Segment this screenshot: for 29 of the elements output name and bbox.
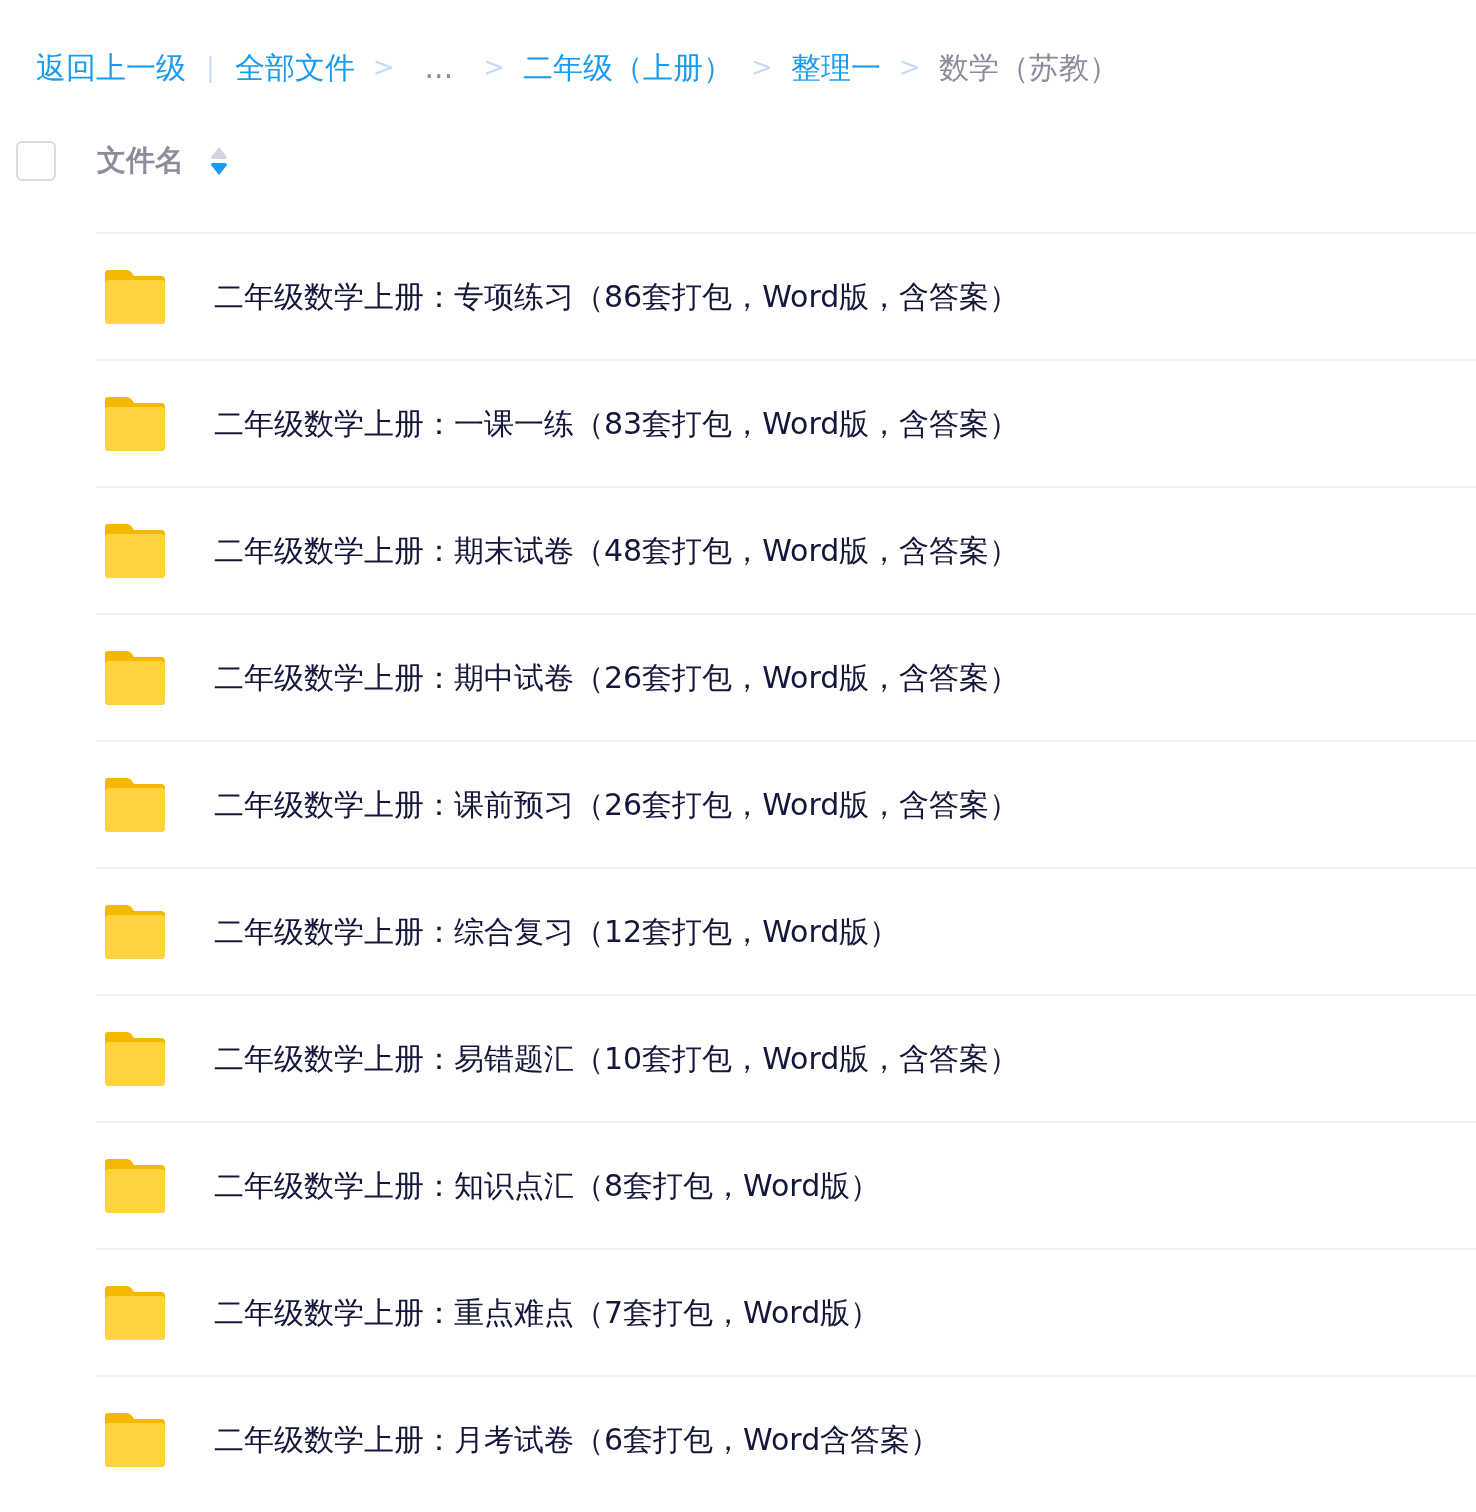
folder-icon <box>105 1412 165 1467</box>
folder-icon <box>105 777 165 832</box>
folder-icon <box>105 396 165 451</box>
breadcrumb-separator: > <box>483 50 505 84</box>
folder-name[interactable]: 二年级数学上册：一课一练（83套打包，Word版，含答案） <box>214 401 1020 446</box>
folder-icon <box>105 904 165 959</box>
folder-name[interactable]: 二年级数学上册：月考试卷（6套打包，Word含答案） <box>214 1417 941 1462</box>
folder-name[interactable]: 二年级数学上册：综合复习（12套打包，Word版） <box>214 909 900 954</box>
folder-icon <box>105 650 165 705</box>
breadcrumb-current: 数学（苏教） <box>938 48 1119 87</box>
sort-icon[interactable] <box>210 146 228 176</box>
folder-icon <box>105 1031 165 1086</box>
folder-name[interactable]: 二年级数学上册：知识点汇（8套打包，Word版） <box>214 1163 881 1208</box>
folder-icon <box>105 523 165 578</box>
breadcrumb-separator: > <box>898 50 921 84</box>
folder-name[interactable]: 二年级数学上册：课前预习（26套打包，Word版，含答案） <box>214 782 1020 827</box>
folder-name[interactable]: 二年级数学上册：易错题汇（10套打包，Word版，含答案） <box>214 1036 1020 1081</box>
folder-icon <box>105 1158 165 1213</box>
breadcrumb-separator: > <box>372 50 395 84</box>
folder-name[interactable]: 二年级数学上册：期末试卷（48套打包，Word版，含答案） <box>214 528 1020 573</box>
folder-name[interactable]: 二年级数学上册：专项练习（86套打包，Word版，含答案） <box>214 274 1020 319</box>
folder-icon <box>105 1285 165 1340</box>
folder-icon <box>105 269 165 324</box>
select-all-checkbox[interactable] <box>16 141 56 181</box>
column-header: 文件名 <box>97 142 184 180</box>
breadcrumb-separator: > <box>750 50 773 84</box>
folder-name[interactable]: 二年级数学上册：期中试卷（26套打包，Word版，含答案） <box>214 655 1020 700</box>
folder-name[interactable]: 二年级数学上册：重点难点（7套打包，Word版） <box>214 1290 881 1335</box>
breadcrumb-divider: | <box>206 50 215 85</box>
